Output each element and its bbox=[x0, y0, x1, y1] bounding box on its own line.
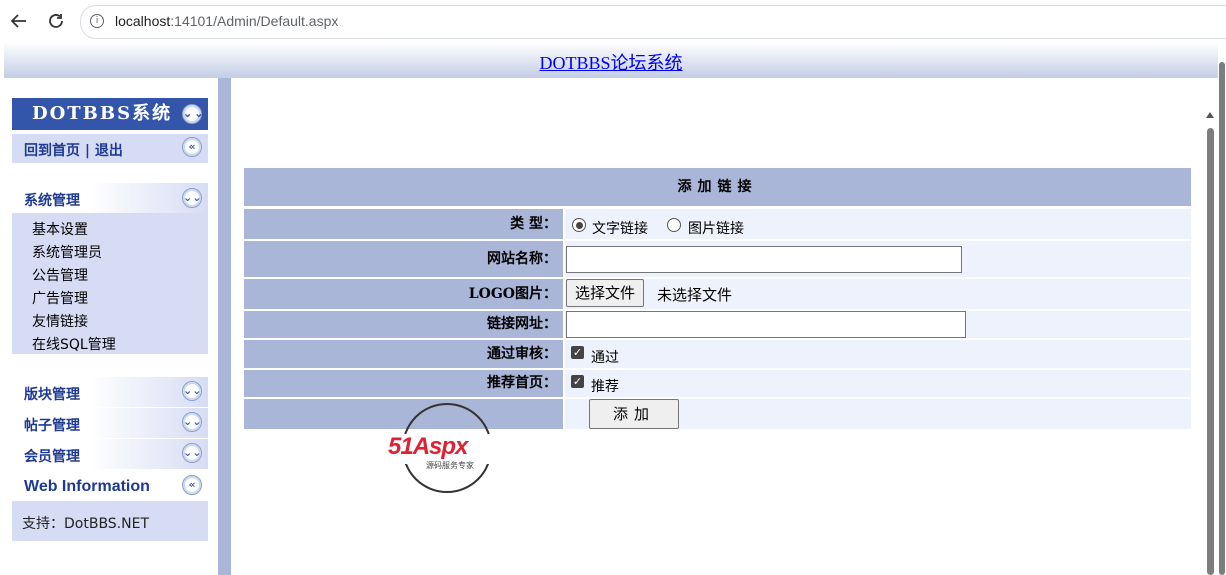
logo-label: LOGO图片： bbox=[244, 279, 563, 309]
chevron-double-left-icon[interactable]: « bbox=[182, 137, 202, 157]
site-info-icon[interactable]: i bbox=[90, 14, 104, 28]
chevron-double-down-icon[interactable]: ⌄⌄ bbox=[182, 443, 202, 463]
sidebar-item-announcements[interactable]: 公告管理 bbox=[32, 265, 88, 285]
radio-image-link[interactable] bbox=[667, 218, 681, 232]
page-header: DOTBBS论坛系统 bbox=[4, 42, 1218, 78]
file-status: 未选择文件 bbox=[657, 286, 733, 304]
radio-image-link-label: 图片链接 bbox=[688, 221, 744, 237]
sidebar-section-boards[interactable]: 版块管理 ⌄⌄ bbox=[12, 377, 208, 407]
approve-label: 通过审核： bbox=[244, 340, 563, 368]
scroll-up-arrow-icon[interactable] bbox=[1206, 112, 1214, 118]
site-name-label: 网站名称： bbox=[244, 241, 563, 277]
approve-text: 通过 bbox=[591, 350, 619, 366]
sidebar-section-posts[interactable]: 帖子管理 ⌄⌄ bbox=[12, 408, 208, 438]
address-bar[interactable]: i localhost:14101/Admin/Default.aspx bbox=[80, 5, 1226, 39]
sidebar-item-friend-links[interactable]: 友情链接 bbox=[32, 311, 88, 331]
url-text: localhost:14101/Admin/Default.aspx bbox=[115, 13, 339, 29]
sidebar-item-online-sql[interactable]: 在线SQL管理 bbox=[32, 334, 116, 354]
page-scroll-thumb[interactable] bbox=[1219, 62, 1225, 575]
approve-checkbox[interactable]: ✓ bbox=[571, 346, 584, 359]
chevron-double-down-icon[interactable]: ⌄⌄ bbox=[182, 381, 202, 401]
radio-text-link[interactable] bbox=[572, 218, 586, 232]
sidebar-section-web-info[interactable]: Web Information « bbox=[12, 470, 208, 500]
recommend-cell bbox=[565, 370, 1191, 397]
sidebar-item-ads[interactable]: 广告管理 bbox=[32, 288, 88, 308]
type-value-cell bbox=[565, 209, 1191, 239]
sidebar-divider[interactable] bbox=[218, 78, 231, 575]
type-label: 类 型： bbox=[244, 209, 563, 239]
sidebar-section-system[interactable]: 系统管理 ⌄⌄ bbox=[12, 183, 208, 213]
recommend-label: 推荐首页： bbox=[244, 370, 563, 397]
chevron-double-down-icon[interactable]: ⌄⌄ bbox=[182, 104, 203, 124]
recommend-text: 推荐 bbox=[591, 379, 619, 395]
site-title-link[interactable]: DOTBBS论坛系统 bbox=[539, 49, 682, 75]
home-logout-link[interactable]: 回到首页 | 退出 bbox=[24, 140, 123, 160]
chevron-double-left-icon[interactable]: « bbox=[182, 475, 202, 495]
form-heading: 添加链接 bbox=[244, 168, 1191, 206]
reload-icon[interactable] bbox=[45, 10, 67, 32]
watermark-logo: 51Aspx 源码服务专家 bbox=[386, 403, 514, 495]
radio-text-link-label: 文字链接 bbox=[592, 221, 648, 237]
recommend-checkbox[interactable]: ✓ bbox=[571, 375, 584, 388]
sidebar-support: 支持：DotBBS.NET bbox=[12, 501, 208, 541]
choose-file-button[interactable]: 选择文件 bbox=[566, 279, 645, 307]
sidebar-item-basic-settings[interactable]: 基本设置 bbox=[32, 219, 88, 239]
approve-cell bbox=[565, 340, 1191, 368]
chevron-double-down-icon[interactable]: ⌄⌄ bbox=[182, 188, 202, 208]
form-row-approve: 通过审核： bbox=[244, 340, 1191, 368]
url-input[interactable] bbox=[566, 311, 966, 338]
add-button[interactable]: 添加 bbox=[589, 399, 679, 429]
site-name-input[interactable] bbox=[566, 246, 962, 273]
chevron-double-down-icon[interactable]: ⌄⌄ bbox=[182, 412, 202, 432]
back-arrow-icon[interactable] bbox=[8, 10, 30, 32]
sidebar-title: DOTBBS系统 ⌄⌄ bbox=[12, 98, 208, 130]
form-row-recommend: 推荐首页： bbox=[244, 370, 1191, 397]
sidebar-section-members[interactable]: 会员管理 ⌄⌄ bbox=[12, 439, 208, 469]
browser-toolbar: i localhost:14101/Admin/Default.aspx bbox=[0, 0, 1226, 42]
url-label: 链接网址： bbox=[244, 311, 563, 338]
sidebar-home-block: 回到首页 | 退出 « bbox=[12, 134, 208, 163]
scroll-thumb[interactable] bbox=[1207, 128, 1214, 575]
sidebar-item-admins[interactable]: 系统管理员 bbox=[32, 242, 102, 262]
